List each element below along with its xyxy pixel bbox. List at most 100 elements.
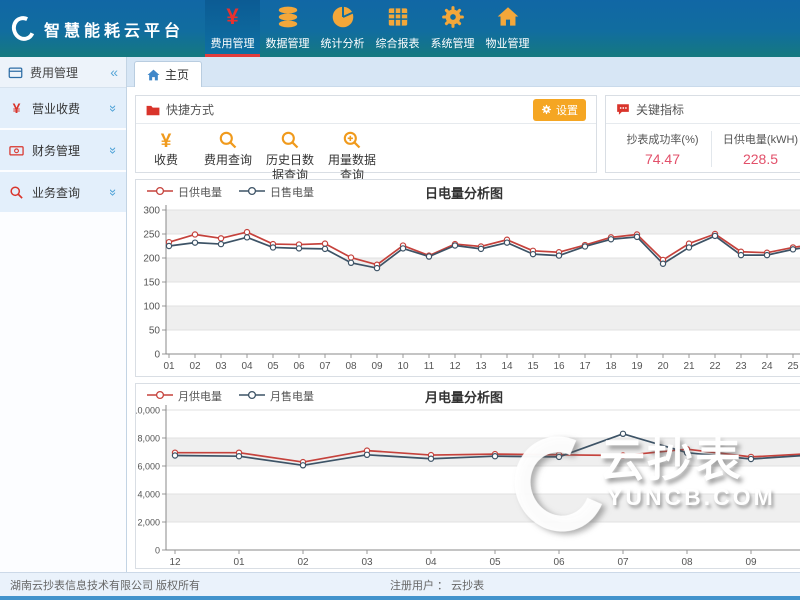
page-footer: 湖南云抄表信息技术有限公司 版权所有 注册用户 ： 云抄表 xyxy=(0,572,800,600)
svg-text:06: 06 xyxy=(553,557,565,568)
svg-text:10,000: 10,000 xyxy=(136,406,160,416)
search-icon xyxy=(264,129,316,151)
svg-text:22: 22 xyxy=(709,361,721,372)
svg-text:02: 02 xyxy=(189,361,201,372)
svg-text:24: 24 xyxy=(761,361,773,372)
sidebar-header-label: 费用管理 xyxy=(30,64,103,81)
app-title: 智慧能耗云平台 xyxy=(44,17,184,41)
quick-panel-title: 快捷方式 xyxy=(166,101,527,118)
top-nav: ¥ 费用管理 数据管理 统计分析 xyxy=(205,0,535,57)
svg-text:06: 06 xyxy=(293,361,305,372)
nav-item-property[interactable]: 物业管理 xyxy=(480,0,535,57)
content-area: 快捷方式 设置 xyxy=(127,87,800,572)
banknote-icon xyxy=(9,143,24,158)
nav-item-data-management[interactable]: 数据管理 xyxy=(260,0,315,57)
svg-text:12: 12 xyxy=(449,361,461,372)
svg-text:14: 14 xyxy=(501,361,513,372)
monthly-chart-header: 月电量分析图 月供电量 月售电量 xyxy=(136,384,792,402)
quick-panel-header: 快捷方式 设置 xyxy=(136,96,596,124)
sidebar-item-business-charging[interactable]: ¥ 营业收费 » xyxy=(0,88,126,128)
svg-text:18: 18 xyxy=(605,361,617,372)
folder-icon xyxy=(146,104,160,116)
monthly-electricity-chart-panel: 月电量分析图 月供电量 月售电量 02,0004,0006,0008,00010… xyxy=(135,383,800,569)
tab-home[interactable]: 主页 xyxy=(134,61,202,87)
daily-chart-legend: 日供电量 日售电量 xyxy=(146,184,314,200)
copyright-text: 湖南云抄表信息技术有限公司 版权所有 xyxy=(10,577,200,593)
quick-access-panel: 快捷方式 设置 xyxy=(135,95,597,173)
yen-icon: ¥ xyxy=(9,100,24,116)
svg-text:12: 12 xyxy=(169,557,181,568)
monthly-chart-legend: 月供电量 月售电量 xyxy=(146,388,314,404)
svg-text:04: 04 xyxy=(241,361,253,372)
legend-item-monthly-supply[interactable]: 月供电量 xyxy=(146,388,222,404)
svg-text:08: 08 xyxy=(681,557,693,568)
svg-text:08: 08 xyxy=(345,361,357,372)
quick-item-fee-query[interactable]: 费用查询 xyxy=(202,129,254,183)
svg-text:03: 03 xyxy=(361,557,373,568)
quick-item-charging[interactable]: ¥ 收费 xyxy=(140,129,192,183)
tab-label: 主页 xyxy=(165,66,189,83)
search-plus-icon xyxy=(326,129,378,151)
sidebar: 费用管理 « ¥ 营业收费 » 财务管理 » 业务查询 » xyxy=(0,57,127,572)
svg-text:21: 21 xyxy=(683,361,695,372)
svg-text:15: 15 xyxy=(527,361,539,372)
quick-item-history-daily-query[interactable]: 历史日数据查询 xyxy=(264,129,316,183)
svg-text:05: 05 xyxy=(489,557,501,568)
comment-icon xyxy=(616,103,630,116)
legend-item-daily-supply[interactable]: 日供电量 xyxy=(146,184,222,200)
svg-text:250: 250 xyxy=(143,230,160,241)
legend-marker xyxy=(238,390,266,403)
legend-marker xyxy=(146,390,174,403)
home-icon xyxy=(147,69,160,81)
quick-item-usage-data-query[interactable]: 用量数据查询 xyxy=(326,129,378,183)
svg-text:09: 09 xyxy=(371,361,383,372)
sidebar-item-business-query[interactable]: 业务查询 » xyxy=(0,172,126,212)
svg-text:2,000: 2,000 xyxy=(137,518,160,528)
gear-icon xyxy=(440,2,466,32)
registered-user-text: 注册用户 ： 云抄表 xyxy=(390,577,484,593)
svg-text:07: 07 xyxy=(319,361,331,372)
legend-item-monthly-sale[interactable]: 月售电量 xyxy=(238,388,314,404)
logo-crescent-icon xyxy=(8,13,38,44)
sidebar-item-finance[interactable]: 财务管理 » xyxy=(0,130,126,170)
svg-text:01: 01 xyxy=(233,557,245,568)
svg-text:16: 16 xyxy=(553,361,565,372)
chevron-down-icon: » xyxy=(106,104,121,111)
daily-chart-plot: 0501001502002503000102030405060708091011… xyxy=(136,202,800,376)
search-icon xyxy=(9,185,24,200)
svg-text:0: 0 xyxy=(154,350,160,361)
metric-read-success-rate: 抄表成功率(%) 74.47 xyxy=(614,131,712,167)
svg-text:8,000: 8,000 xyxy=(137,434,160,444)
yen-icon: ¥ xyxy=(140,129,192,151)
settings-button[interactable]: 设置 xyxy=(533,99,586,121)
nav-item-reports[interactable]: 综合报表 xyxy=(370,0,425,57)
svg-text:6,000: 6,000 xyxy=(137,462,160,472)
svg-text:03: 03 xyxy=(215,361,227,372)
legend-item-daily-sale[interactable]: 日售电量 xyxy=(238,184,314,200)
nav-item-system[interactable]: 系统管理 xyxy=(425,0,480,57)
indicators-panel-body: 抄表成功率(%) 74.47 日供电量(kWH) 228.5 xyxy=(606,124,800,167)
svg-text:09: 09 xyxy=(745,557,757,568)
footer-bar: 湖南云抄表信息技术有限公司 版权所有 注册用户 ： 云抄表 xyxy=(0,572,800,596)
main-area: 主页 快捷方式 xyxy=(127,57,800,572)
chevron-down-icon: » xyxy=(106,188,121,195)
nav-item-statistics[interactable]: 统计分析 xyxy=(315,0,370,57)
svg-text:11: 11 xyxy=(424,361,435,372)
nav-item-fee-management[interactable]: ¥ 费用管理 xyxy=(205,0,260,57)
yen-icon: ¥ xyxy=(226,2,238,32)
svg-text:100: 100 xyxy=(143,302,160,313)
gear-icon xyxy=(541,104,552,115)
svg-text:300: 300 xyxy=(143,206,160,217)
svg-text:4,000: 4,000 xyxy=(137,490,160,500)
home-icon xyxy=(495,2,521,32)
svg-text:07: 07 xyxy=(617,557,629,568)
svg-text:10: 10 xyxy=(397,361,409,372)
indicators-panel-title: 关键指标 xyxy=(636,101,800,118)
sidebar-collapse-icon[interactable]: « xyxy=(110,65,118,79)
svg-text:20: 20 xyxy=(657,361,669,372)
legend-marker xyxy=(238,186,266,199)
svg-text:50: 50 xyxy=(149,326,161,337)
sidebar-header: 费用管理 « xyxy=(0,57,126,88)
svg-text:02: 02 xyxy=(297,557,309,568)
svg-text:13: 13 xyxy=(475,361,487,372)
